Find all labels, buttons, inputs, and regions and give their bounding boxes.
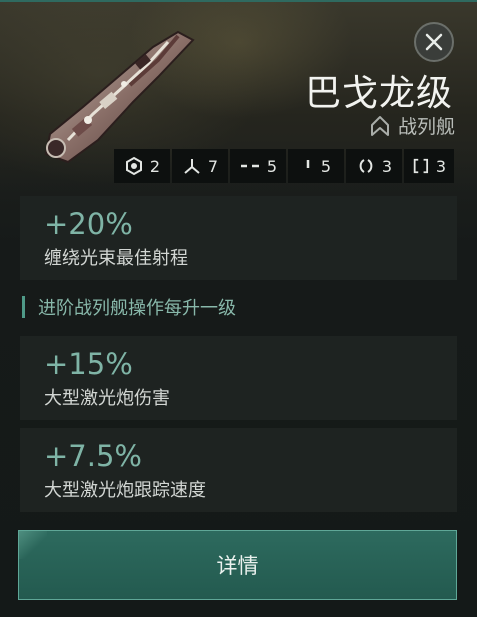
slot-layout-bar: 2 7 5 5 3 3: [114, 149, 454, 183]
bonus-description: 缠绕光束最佳射程: [44, 248, 188, 269]
slot-rig[interactable]: 3: [346, 149, 402, 183]
slot-subsystem[interactable]: 3: [404, 149, 454, 183]
slot-count: 2: [149, 156, 161, 176]
skill-section-label: 进阶战列舰操作每升一级: [38, 298, 236, 319]
close-icon: [425, 33, 443, 51]
bonus-value: +15%: [44, 347, 133, 381]
turret-hardpoint-icon: [184, 159, 200, 174]
skill-section-header: 进阶战列舰操作每升一级: [22, 296, 236, 319]
slot-mid[interactable]: 5: [230, 149, 286, 183]
ship-class: 战列舰: [370, 112, 455, 139]
close-button[interactable]: [414, 22, 454, 62]
slot-count: 3: [435, 156, 446, 176]
low-slot-icon: [306, 160, 310, 168]
section-accent-bar: [22, 296, 25, 318]
slot-count: 3: [381, 156, 393, 176]
skill-bonus-card: +15% 大型激光炮伤害: [20, 336, 457, 420]
battleship-render: [44, 30, 195, 164]
slot-count: 7: [207, 156, 219, 176]
skill-bonus-card: +7.5% 大型激光炮跟踪速度: [20, 428, 457, 512]
mid-slot-icon: [240, 164, 259, 168]
ship-name: 巴戈龙级: [304, 73, 453, 114]
bonus-value: +20%: [44, 207, 133, 241]
slot-turret[interactable]: 7: [172, 149, 228, 183]
slot-high[interactable]: 2: [114, 149, 170, 183]
ship-info-panel: 巴戈龙级 战列舰 2 7 5 5 3 3 +20% 缠绕光束最佳射程 进阶战列舰…: [0, 0, 477, 617]
rig-slot-icon: [359, 159, 373, 173]
subsystem-slot-icon: [413, 158, 429, 174]
slot-count: 5: [320, 156, 332, 176]
bonus-description: 大型激光炮跟踪速度: [44, 480, 206, 501]
bonus-value: +7.5%: [44, 439, 142, 473]
ship-class-chevron-icon: [370, 115, 389, 136]
ship-class-label: 战列舰: [397, 116, 455, 138]
details-button[interactable]: 详情: [18, 530, 457, 600]
bonus-description: 大型激光炮伤害: [44, 388, 170, 409]
slot-low[interactable]: 5: [288, 149, 344, 183]
high-slot-icon: [125, 156, 142, 176]
role-bonus-card: +20% 缠绕光束最佳射程: [20, 196, 457, 280]
slot-count: 5: [266, 156, 278, 176]
